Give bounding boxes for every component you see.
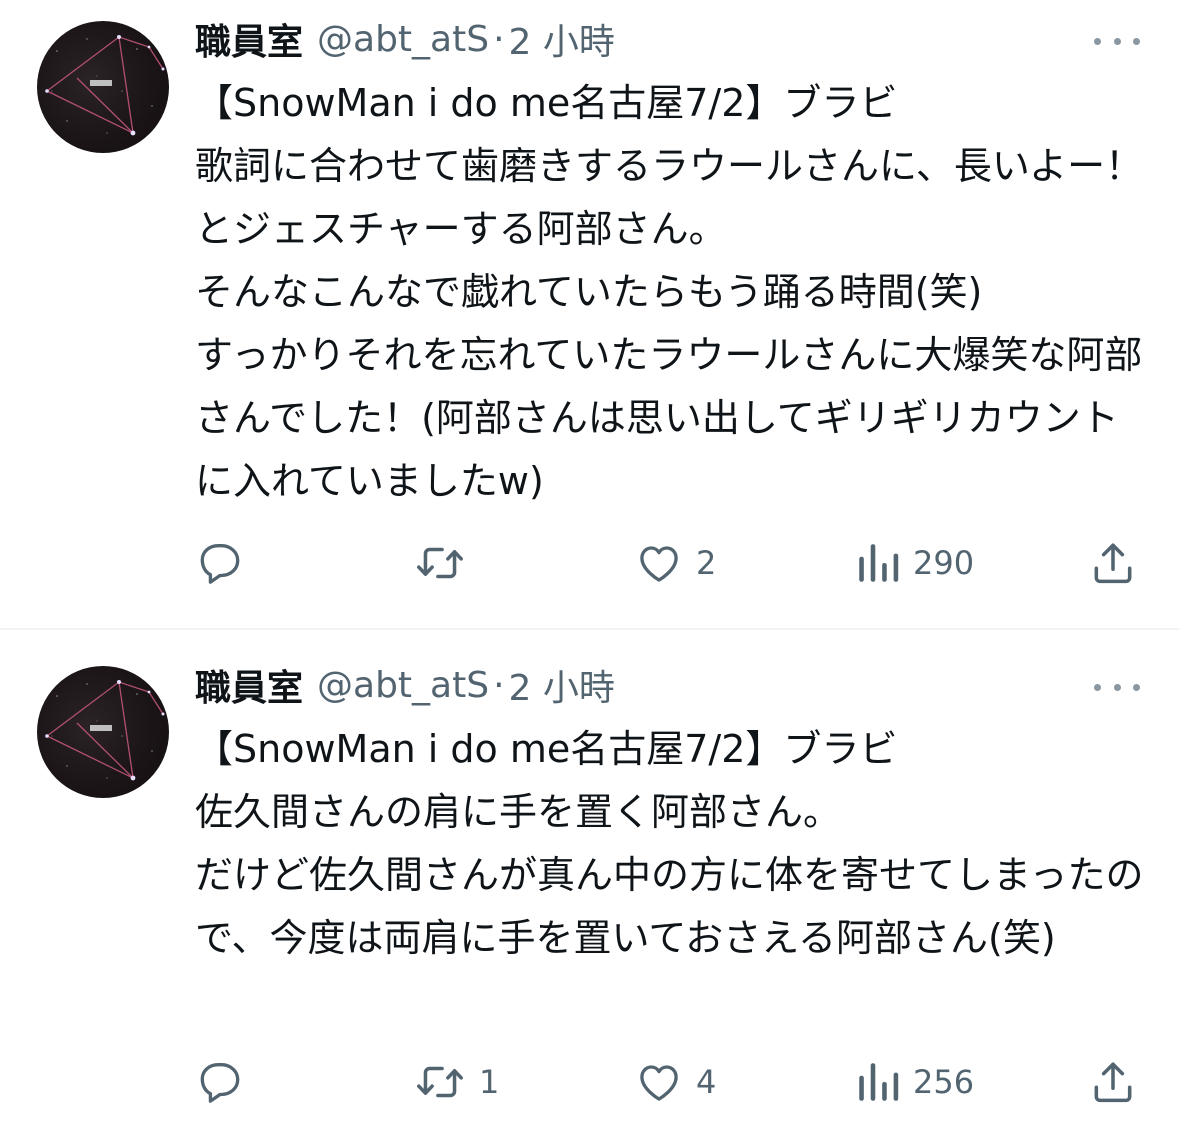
retweet-arrows-icon bbox=[417, 1066, 463, 1098]
separator-dot: · bbox=[493, 18, 505, 60]
reply-button[interactable] bbox=[195, 538, 257, 588]
tweet-text: 【SnowMan i do me名古屋7/2】ブラビ 歌詞に合わせて歯磨きするラ… bbox=[195, 81, 1144, 503]
views-count: 256 bbox=[913, 1063, 975, 1101]
like-count: 4 bbox=[696, 1063, 717, 1101]
user-handle[interactable]: @abt_atS bbox=[317, 19, 489, 60]
user-handle[interactable]: @abt_atS bbox=[317, 665, 489, 706]
views-button[interactable]: 256 bbox=[855, 1057, 974, 1107]
dot bbox=[1113, 37, 1121, 45]
avatar[interactable] bbox=[37, 21, 169, 153]
share-button[interactable] bbox=[1088, 1057, 1138, 1107]
display-name[interactable]: 職員室 bbox=[195, 13, 303, 65]
constellation-image bbox=[45, 35, 165, 136]
action-bar: 2 290 bbox=[0, 538, 1179, 588]
speech-bubble-icon bbox=[200, 544, 240, 584]
tweet-text: 【SnowMan i do me名古屋7/2】ブラビ 佐久間さんの肩に手を置く阿… bbox=[195, 727, 1144, 960]
dot bbox=[1133, 37, 1140, 45]
like-button[interactable]: 2 bbox=[634, 538, 716, 588]
separator-dot: · bbox=[493, 664, 505, 706]
avatar[interactable] bbox=[37, 666, 169, 798]
constellation-image bbox=[45, 680, 165, 781]
timestamp[interactable]: 2 小時 bbox=[509, 13, 615, 65]
views-button[interactable]: 290 bbox=[855, 538, 974, 588]
tweet[interactable]: 職員室 @abt_atS · 2 小時 【SnowMan i do me名古屋7… bbox=[0, 0, 1179, 628]
retweet-arrows-icon bbox=[417, 547, 463, 579]
dot bbox=[1094, 683, 1101, 691]
dot bbox=[1113, 683, 1121, 691]
more-dots-icon[interactable] bbox=[1094, 26, 1140, 56]
share-button[interactable] bbox=[1088, 538, 1138, 588]
tweet-header: 職員室 @abt_atS · 2 小時 bbox=[195, 14, 615, 64]
tweet-header: 職員室 @abt_atS · 2 小時 bbox=[195, 660, 615, 710]
retweet-count: 1 bbox=[479, 1063, 500, 1101]
timestamp[interactable]: 2 小時 bbox=[509, 659, 615, 711]
speech-bubble-icon bbox=[200, 1063, 240, 1103]
reply-button[interactable] bbox=[195, 1057, 257, 1107]
action-bar: 1 4 256 bbox=[0, 1057, 1179, 1107]
bar-chart-icon bbox=[859, 1063, 899, 1101]
tweet[interactable]: 職員室 @abt_atS · 2 小時 【SnowMan i do me名古屋7… bbox=[0, 630, 1179, 1125]
share-upload-icon bbox=[1094, 543, 1132, 584]
like-button[interactable]: 4 bbox=[634, 1057, 716, 1107]
bar-chart-icon bbox=[859, 544, 899, 582]
more-dots-icon[interactable] bbox=[1094, 672, 1140, 702]
share-upload-icon bbox=[1094, 1062, 1132, 1103]
dot bbox=[1094, 37, 1101, 45]
like-count: 2 bbox=[696, 544, 717, 582]
retweet-button[interactable] bbox=[413, 538, 479, 588]
dot bbox=[1133, 683, 1140, 691]
retweet-button[interactable]: 1 bbox=[413, 1057, 499, 1107]
heart-icon bbox=[640, 546, 678, 582]
display-name[interactable]: 職員室 bbox=[195, 659, 303, 711]
views-count: 290 bbox=[913, 544, 975, 582]
heart-icon bbox=[640, 1065, 678, 1101]
